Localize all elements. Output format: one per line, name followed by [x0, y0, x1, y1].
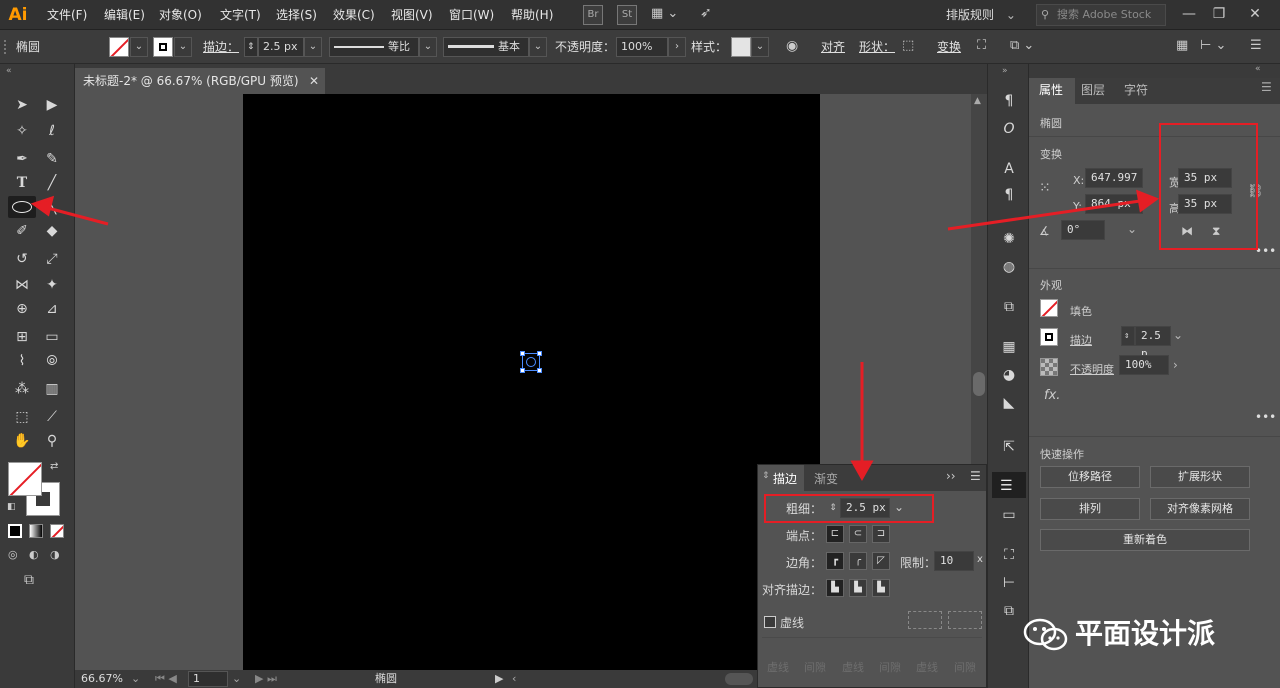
arrow-size-fields — [947, 199, 1141, 231]
wechat-logo-icon — [1022, 614, 1070, 654]
annotation-arrows — [30, 189, 1160, 482]
app-window: Ai 文件(F) 编辑(E) 对象(O) 文字(T) 选择(S) 效果(C) 视… — [0, 0, 1280, 688]
arrow-ellipse-tool — [43, 205, 109, 226]
watermark-text: 平面设计派 — [1075, 617, 1216, 650]
